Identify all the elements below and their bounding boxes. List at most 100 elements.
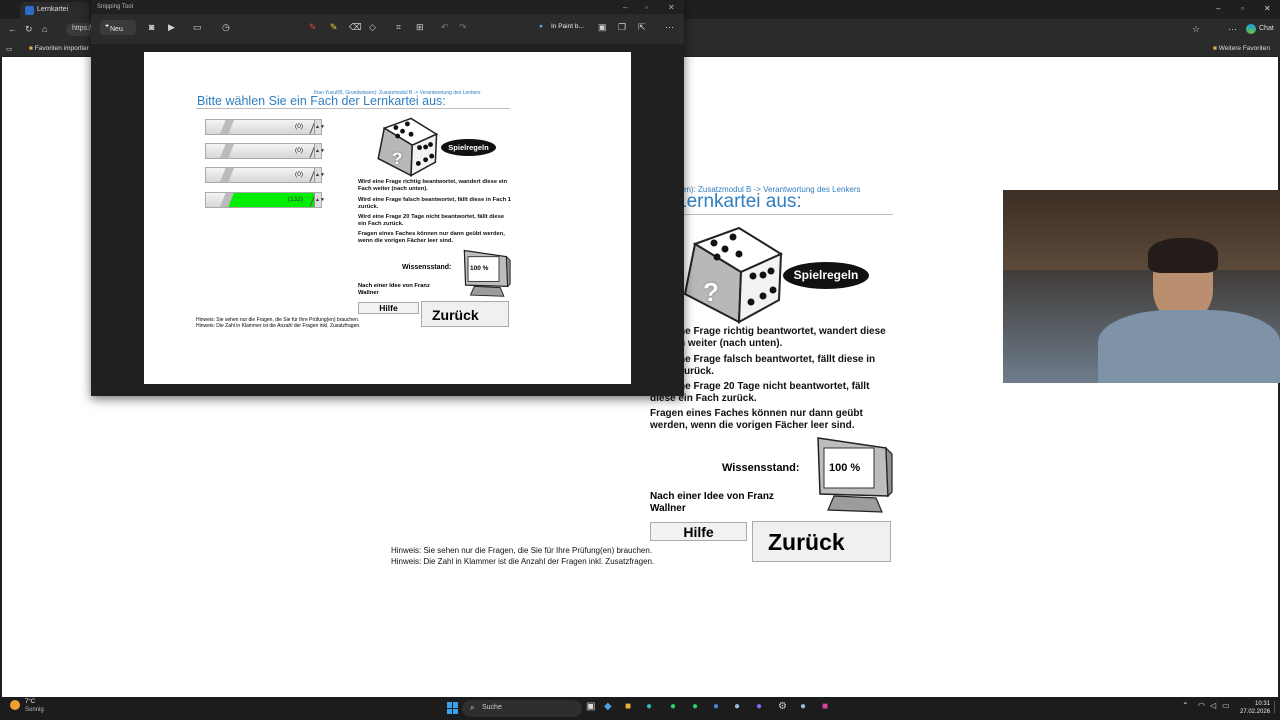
fach-scroll-icon: ▲▼ xyxy=(314,168,325,182)
favorites-import-link[interactable]: ■ Favoriten importier xyxy=(29,45,89,52)
app-heading: Lernkartei aus: xyxy=(676,191,802,212)
eraser-icon[interactable]: ⌫ xyxy=(349,22,362,33)
more-options-icon[interactable]: ⋯ xyxy=(1228,24,1237,35)
snip-maximize-icon[interactable]: ▫ xyxy=(645,3,648,12)
snipping-tool-taskbar-icon[interactable]: ■ xyxy=(822,701,828,712)
snipping-tool-title: Snipping Tool xyxy=(97,4,133,10)
file-explorer-icon[interactable]: ■ xyxy=(625,701,631,712)
minimize-icon[interactable]: – xyxy=(1216,4,1220,13)
taskbar xyxy=(0,697,1280,720)
maximize-icon[interactable]: ▫ xyxy=(1241,4,1244,13)
wissensstand-value: 100 % xyxy=(829,462,861,474)
rule-text: h weiter (nach unten). xyxy=(679,338,783,349)
new-snip-button[interactable]: + Neu xyxy=(100,20,136,35)
fach-2[interactable]: (0) ▲▼ xyxy=(205,143,325,159)
dice-question-mark: ? xyxy=(703,277,719,307)
app-icon[interactable]: ◆ xyxy=(604,701,612,712)
hinweis-text: Hinweis: Sie sehen nur die Fragen, die S… xyxy=(391,546,653,555)
dice-icon xyxy=(683,226,784,324)
shapes-icon[interactable]: ◇ xyxy=(369,22,376,33)
search-icon: ⌕ xyxy=(470,703,475,712)
monitor-icon xyxy=(817,437,893,513)
back-icon[interactable]: ← xyxy=(8,24,17,34)
captured-screenshot: Ihan Yusuf(B, Grundwissen): Zusatzmodul … xyxy=(144,52,631,384)
folder-icon: ■ xyxy=(29,45,33,52)
browser-tab[interactable]: Lernkartei xyxy=(20,2,90,19)
reload-icon[interactable]: ↻ xyxy=(25,24,33,35)
battery-icon[interactable]: ▭ xyxy=(1222,701,1230,710)
fach-count: (132) xyxy=(287,196,303,203)
edge-icon[interactable]: ● xyxy=(646,701,652,712)
start-icon[interactable] xyxy=(447,702,459,714)
rule-text: Fragen eines Faches können nur dann geüb… xyxy=(358,231,505,244)
steam-icon[interactable]: ● xyxy=(800,701,806,712)
zurueck-button[interactable]: Zurück xyxy=(752,521,891,562)
hilfe-button[interactable]: Hilfe xyxy=(358,302,419,314)
wissensstand-label: Wissensstand: xyxy=(402,264,452,271)
app-icon[interactable]: ● xyxy=(713,701,719,712)
hinweis-text: Hinweis: Die Zahl in Klammer ist die Anz… xyxy=(391,557,655,566)
copy-icon[interactable]: ❐ xyxy=(618,22,626,33)
text-actions-icon[interactable]: ⊞ xyxy=(416,22,424,33)
volume-icon[interactable]: ◁ xyxy=(1210,701,1216,710)
rule-text: werden, wenn die vorigen Fächer leer sin… xyxy=(650,420,855,431)
crop-icon[interactable]: ⌗ xyxy=(396,22,401,33)
taskbar-search[interactable]: ⌕ Suche xyxy=(462,700,582,717)
video-mode-icon[interactable]: ▶ xyxy=(168,22,175,33)
spielregeln-badge[interactable]: Spielregeln xyxy=(783,262,869,289)
hilfe-button[interactable]: Hilfe xyxy=(650,522,747,541)
weather-widget[interactable]: 7°C Sonnig xyxy=(25,699,44,714)
show-desktop-button[interactable] xyxy=(1274,701,1279,713)
clock[interactable]: 10:31 27.02.2026 xyxy=(1240,700,1270,716)
close-icon[interactable]: ✕ xyxy=(1264,4,1271,13)
chat-label[interactable]: Chat xyxy=(1259,25,1274,32)
open-in-paint-button[interactable]: ● In Paint b... xyxy=(536,20,588,35)
redo-icon[interactable]: ↷ xyxy=(459,22,467,33)
rule-text: ne Frage 20 Tage nicht beantwortet, fäll… xyxy=(679,381,870,392)
rule-text: Wird eine Frage 20 Tage nicht beantworte… xyxy=(358,214,505,227)
whatsapp-icon[interactable]: ● xyxy=(670,701,676,712)
snip-minimize-icon[interactable]: – xyxy=(623,3,627,12)
home-icon[interactable]: ⌂ xyxy=(42,24,47,34)
delay-icon[interactable]: ◷ xyxy=(222,22,230,33)
dice-question-mark: ? xyxy=(392,149,403,168)
copilot-icon[interactable] xyxy=(1246,24,1256,34)
pen-icon[interactable]: ✎ xyxy=(309,22,317,33)
spielregeln-badge[interactable]: Spielregeln xyxy=(441,139,496,156)
spotify-icon[interactable]: ● xyxy=(692,701,698,712)
favorites-star-icon[interactable]: ☆ xyxy=(1192,24,1200,35)
snip-shape-icon[interactable]: ▭ xyxy=(193,22,202,33)
discord-icon[interactable]: ● xyxy=(756,701,762,712)
rule-text: ne Frage falsch beantwortet, fällt diese… xyxy=(679,354,876,365)
tray-overflow-icon[interactable]: ⌃ xyxy=(1182,701,1189,710)
wissensstand-label: Wissensstand: xyxy=(722,462,800,474)
hinweis-text: Hinweis: Die Zahl in Klammer ist die Anz… xyxy=(196,323,361,329)
rule-text: ne Frage richtig beantwortet, wandert di… xyxy=(679,326,886,337)
snip-more-icon[interactable]: ⋯ xyxy=(665,22,674,33)
plus-icon: + xyxy=(105,23,110,30)
address-text: https:/ xyxy=(72,25,92,32)
fach-4[interactable]: (132) ▲▼ xyxy=(205,192,325,208)
save-icon[interactable]: ▣ xyxy=(598,22,607,33)
fach-count: (0) xyxy=(295,147,303,154)
app-heading: Bitte wählen Sie ein Fach der Lernkartei… xyxy=(197,94,446,108)
snip-close-icon[interactable]: ✕ xyxy=(668,3,675,12)
fach-3[interactable]: (0) ▲▼ xyxy=(205,167,325,183)
highlighter-icon[interactable]: ✎ xyxy=(330,22,338,33)
undo-icon[interactable]: ↶ xyxy=(441,22,449,33)
task-view-icon[interactable]: ▣ xyxy=(586,701,595,712)
paint-icon: ● xyxy=(539,23,543,30)
fach-scroll-icon: ▲▼ xyxy=(314,144,325,158)
screenshot-mode-icon[interactable]: ◙ xyxy=(149,22,154,32)
weather-icon[interactable] xyxy=(10,700,20,710)
other-favorites-link[interactable]: ■ Weitere Favoriten xyxy=(1213,45,1270,52)
share-icon[interactable]: ⇱ xyxy=(638,22,646,33)
window-border-left xyxy=(0,57,2,697)
snipping-toolbar xyxy=(91,14,684,44)
steam-icon[interactable]: ● xyxy=(734,701,740,712)
zurueck-button[interactable]: Zurück xyxy=(421,301,509,327)
settings-icon[interactable]: ⚙ xyxy=(778,701,787,712)
sidebar-toggle-icon[interactable]: ▭ xyxy=(6,45,12,53)
fach-1[interactable]: (0) ▲▼ xyxy=(205,119,325,135)
network-icon[interactable]: ◠ xyxy=(1198,701,1205,710)
